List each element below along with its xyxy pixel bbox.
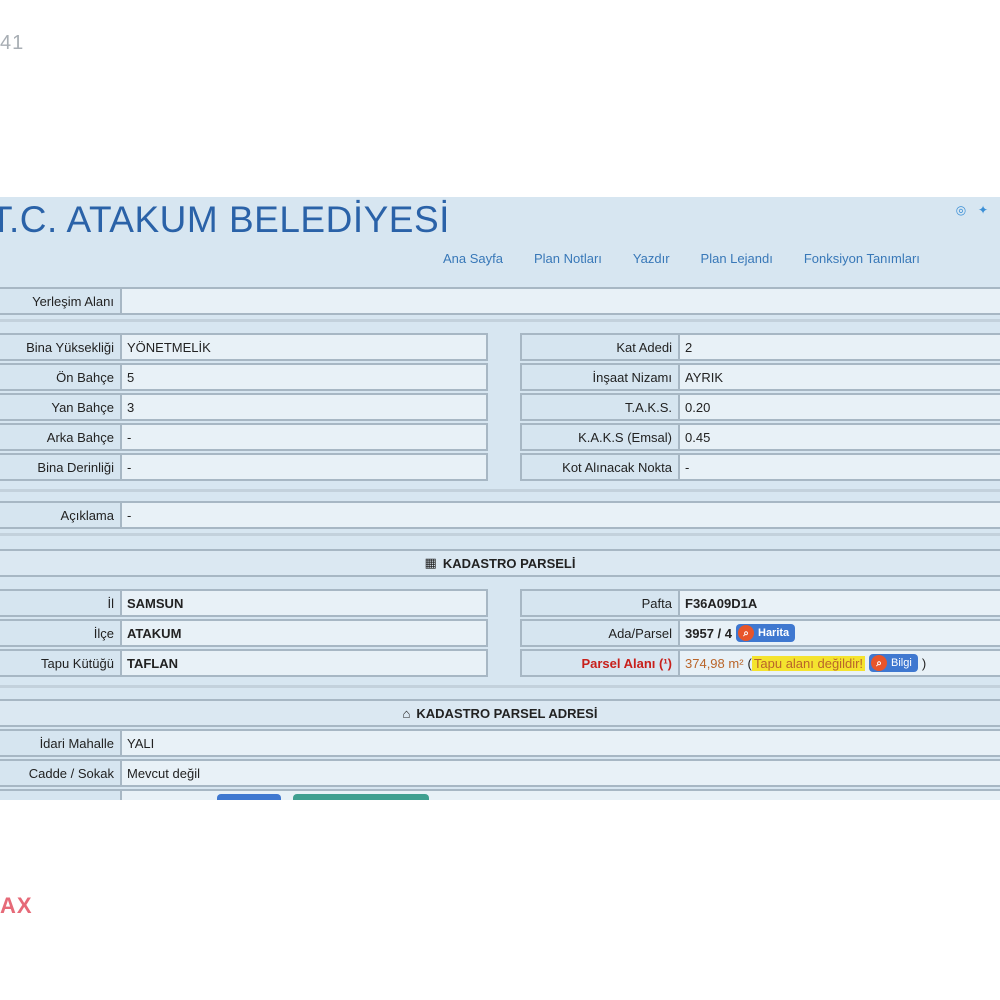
nav-yazdir[interactable]: Yazdır xyxy=(633,251,670,266)
site-brand-title[interactable]: T.C. ATAKUM BELEDİYESİ xyxy=(0,199,450,241)
row-label: İnşaat Nizamı xyxy=(522,365,680,389)
row-label: Cadde / Sokak xyxy=(0,761,122,785)
row-value: SAMSUN xyxy=(127,595,184,611)
ilce-row: İlçe ATAKUM xyxy=(0,619,488,647)
search-icon: ⌕ xyxy=(738,625,754,641)
arka-bahce-row: Arka Bahçe - xyxy=(0,423,488,451)
social-links: ◎ ✦ xyxy=(954,203,990,217)
ada-parsel-value: 3957 / 4 xyxy=(685,625,732,641)
nav-plan-notlari[interactable]: Plan Notları xyxy=(534,251,602,266)
row-label xyxy=(0,791,122,800)
row-value: 3 xyxy=(127,399,135,415)
kadastro-parseli-header: ▦ KADASTRO PARSELİ xyxy=(0,549,1000,577)
row-label: Pafta xyxy=(522,591,680,615)
row-value: ATAKUM xyxy=(127,625,182,641)
bilgi-button[interactable]: ⌕ Bilgi xyxy=(869,654,918,672)
row-value: - xyxy=(127,429,132,445)
row-value: YALI xyxy=(127,735,155,751)
row-value xyxy=(122,289,1000,313)
cut-off-button[interactable] xyxy=(217,794,281,800)
row-label: Ada/Parsel xyxy=(522,621,680,645)
idari-mahalle-row: İdari Mahalle YALI xyxy=(0,729,1000,757)
row-label: K.A.K.S (Emsal) xyxy=(522,425,680,449)
taks-row: T.A.K.S. 0.20 xyxy=(520,393,1000,421)
row-label: Parsel Alanı (¹) xyxy=(522,651,680,675)
row-value: 0.45 xyxy=(685,429,711,445)
bina-yuksekligi-row: Bina Yüksekliği YÖNETMELİK xyxy=(0,333,488,361)
pafta-row: Pafta F36A09D1A xyxy=(520,589,1000,617)
row-label: Yerleşim Alanı xyxy=(0,289,122,313)
row-label: İl xyxy=(0,591,122,615)
tapu-alani-note: Tapu alanı değildir! xyxy=(751,655,866,671)
row-label: Bina Yüksekliği xyxy=(0,335,122,359)
tapu-kutugu-row: Tapu Kütüğü TAFLAN xyxy=(0,649,488,677)
button-label: Bilgi xyxy=(891,657,912,669)
kaks-row: K.A.K.S (Emsal) 0.45 xyxy=(520,423,1000,451)
row-label: Arka Bahçe xyxy=(0,425,122,449)
divider xyxy=(0,319,1000,322)
row-value: - xyxy=(685,459,690,475)
home-icon: ⌂ xyxy=(402,705,411,721)
ada-parsel-row: Ada/Parsel 3957 / 4 ⌕ Harita xyxy=(520,619,1000,647)
harita-button[interactable]: ⌕ Harita xyxy=(736,624,796,642)
on-bahce-row: Ön Bahçe 5 xyxy=(0,363,488,391)
insaat-nizami-row: İnşaat Nizamı AYRIK xyxy=(520,363,1000,391)
bina-derinligi-row: Bina Derinliği - xyxy=(0,453,488,481)
row-label: Ön Bahçe xyxy=(0,365,122,389)
row-value: TAFLAN xyxy=(127,655,179,671)
row-value: F36A09D1A xyxy=(685,595,758,611)
row-label: Tapu Kütüğü xyxy=(0,651,122,675)
nav-fonksiyon-tanimlari[interactable]: Fonksiyon Tanımları xyxy=(804,251,920,266)
row-value: - xyxy=(127,507,132,523)
row-label: T.A.K.S. xyxy=(522,395,680,419)
row-value: 3957 / 4 ⌕ Harita xyxy=(680,621,1000,645)
row-label: Kot Alınacak Nokta xyxy=(522,455,680,479)
row-label: Bina Derinliği xyxy=(0,455,122,479)
kadastro-parsel-adresi-header: ⌂ KADASTRO PARSEL ADRESİ xyxy=(0,699,1000,727)
nav-ana-sayfa[interactable]: Ana Sayfa xyxy=(443,251,503,266)
yan-bahce-row: Yan Bahçe 3 xyxy=(0,393,488,421)
button-label: Harita xyxy=(758,627,790,639)
instagram-icon[interactable]: ◎ xyxy=(954,203,968,217)
section-title: KADASTRO PARSELİ xyxy=(442,555,576,571)
row-value: - xyxy=(127,459,132,475)
corner-text: 41 xyxy=(0,32,25,54)
row-label: İdari Mahalle xyxy=(0,731,122,755)
section-title: KADASTRO PARSEL ADRESİ xyxy=(416,705,598,721)
cut-off-row xyxy=(0,789,1000,800)
row-label: İlçe xyxy=(0,621,122,645)
paren-close: ) xyxy=(921,655,927,671)
kat-adedi-row: Kat Adedi 2 xyxy=(520,333,1000,361)
nav-plan-lejandi[interactable]: Plan Lejandı xyxy=(701,251,773,266)
il-row: İl SAMSUN xyxy=(0,589,488,617)
browser-screenshot: T.C. ATAKUM BELEDİYESİ ◎ ✦ Ana Sayfa Pla… xyxy=(0,197,1000,800)
parsel-alani-value: 374,98 m² xyxy=(685,655,744,671)
parsel-alani-row: Parsel Alanı (¹) 374,98 m² ( Tapu alanı … xyxy=(520,649,1000,677)
divider xyxy=(0,533,1000,536)
divider xyxy=(0,685,1000,688)
aciklama-row: Açıklama - xyxy=(0,501,1000,529)
row-label: Yan Bahçe xyxy=(0,395,122,419)
search-icon: ⌕ xyxy=(871,655,888,671)
row-value: AYRIK xyxy=(685,369,724,385)
watermark-text: AX xyxy=(0,893,33,918)
grid-icon: ▦ xyxy=(424,555,437,570)
kot-alinacak-nokta-row: Kot Alınacak Nokta - xyxy=(520,453,1000,481)
yerlesim-alani-row: Yerleşim Alanı xyxy=(0,287,1000,315)
row-value: YÖNETMELİK xyxy=(127,339,211,355)
cut-off-button-green[interactable] xyxy=(293,794,429,800)
divider xyxy=(0,489,1000,492)
top-nav: Ana Sayfa Plan Notları Yazdır Plan Lejan… xyxy=(443,251,920,266)
row-value: 374,98 m² ( Tapu alanı değildir! ⌕ Bilgi… xyxy=(680,651,1000,675)
cadde-sokak-row: Cadde / Sokak Mevcut değil xyxy=(0,759,1000,787)
row-label: Kat Adedi xyxy=(522,335,680,359)
row-value: 2 xyxy=(685,339,693,355)
row-value: 5 xyxy=(127,369,135,385)
row-value: 0.20 xyxy=(685,399,711,415)
row-value xyxy=(122,791,1000,800)
row-value: Mevcut değil xyxy=(127,765,200,781)
row-label: Açıklama xyxy=(0,503,122,527)
twitter-icon[interactable]: ✦ xyxy=(976,203,990,217)
